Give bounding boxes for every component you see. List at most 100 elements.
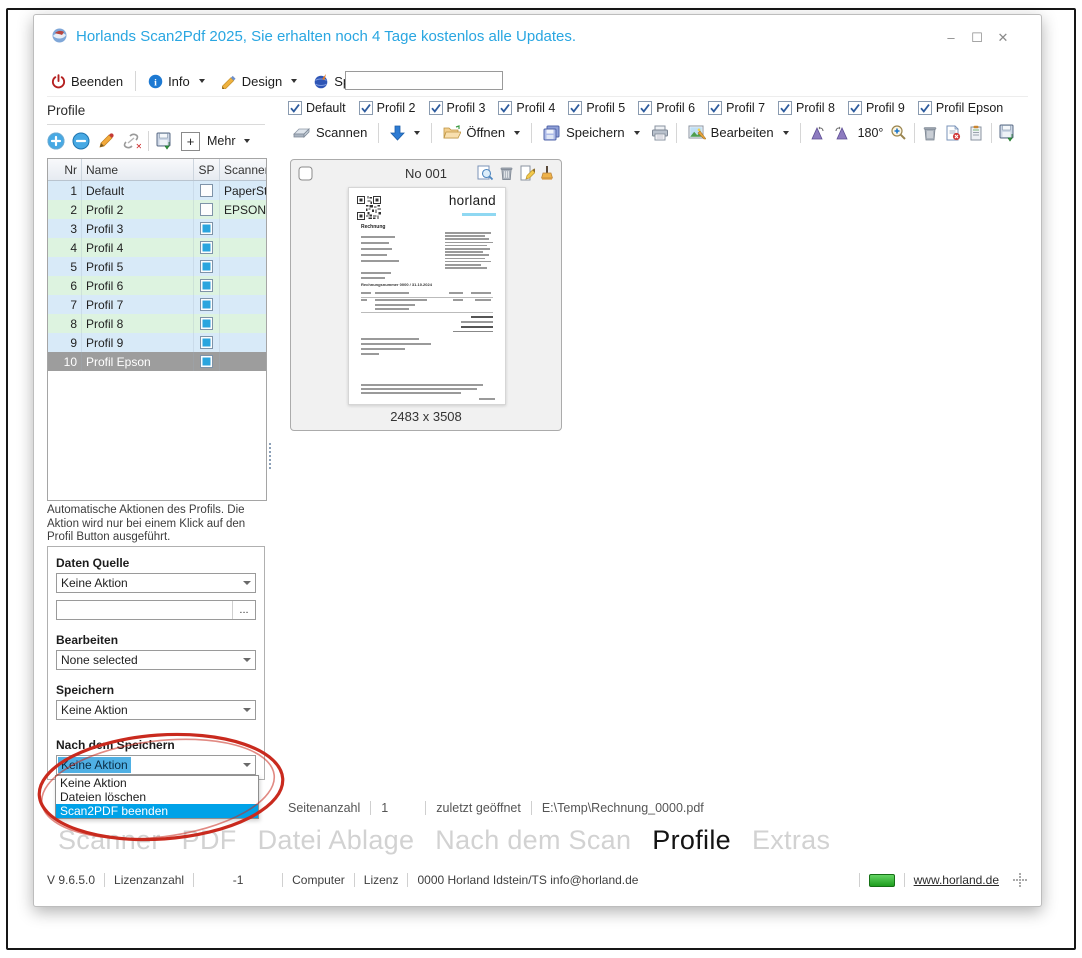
- sp-checkbox[interactable]: [194, 314, 220, 333]
- sp-checkbox[interactable]: [194, 352, 220, 371]
- edit-pencil-icon[interactable]: [97, 132, 115, 150]
- checkbox-checked-icon[interactable]: [917, 101, 932, 115]
- table-row[interactable]: 2Profil 2 EPSON Perf: [48, 200, 266, 219]
- profile-button-profil-7[interactable]: Profil 7: [708, 101, 765, 115]
- sp-checkbox[interactable]: [194, 257, 220, 276]
- checkbox-checked-icon[interactable]: [778, 101, 793, 115]
- beenden-button[interactable]: Beenden: [47, 72, 127, 91]
- tab-pdf[interactable]: PDF: [182, 825, 237, 856]
- oeffnen-button[interactable]: Öffnen: [439, 123, 524, 142]
- profile-button-profil-5[interactable]: Profil 5: [568, 101, 625, 115]
- mehr-menu-button[interactable]: Mehr: [207, 134, 251, 148]
- profile-button-profil-8[interactable]: Profil 8: [778, 101, 835, 115]
- add-profile-button[interactable]: [47, 132, 65, 150]
- sp-checkbox[interactable]: [194, 200, 220, 219]
- profile-button-profil-4[interactable]: Profil 4: [498, 101, 555, 115]
- rotate-180-button[interactable]: 180°: [858, 126, 884, 140]
- checkbox-checked-icon[interactable]: [847, 101, 862, 115]
- tab-nach-dem-scan[interactable]: Nach dem Scan: [435, 825, 631, 856]
- column-header-sp[interactable]: SP: [194, 159, 220, 180]
- scannen-button[interactable]: Scannen: [288, 123, 371, 142]
- toolbar-text-input[interactable]: [345, 71, 503, 90]
- table-row[interactable]: 10 Profil Epson: [48, 352, 266, 371]
- sp-checkbox[interactable]: [194, 219, 220, 238]
- nach-dem-speichern-combobox[interactable]: Keine Aktion: [56, 755, 256, 775]
- column-header-scanner[interactable]: Scanner: [220, 159, 266, 180]
- profile-button-profil-6[interactable]: Profil 6: [638, 101, 695, 115]
- save-profile-icon[interactable]: [156, 132, 174, 150]
- checkbox-checked-icon[interactable]: [708, 101, 723, 115]
- preview-edit-icon[interactable]: [519, 165, 535, 181]
- rotate-left-icon[interactable]: [808, 125, 826, 141]
- resize-grip-icon[interactable]: [1012, 872, 1028, 888]
- preview-clean-icon[interactable]: [540, 165, 554, 181]
- rotate-right-icon[interactable]: [833, 125, 851, 141]
- save-file-icon[interactable]: [999, 124, 1017, 142]
- checkbox-checked-icon[interactable]: [568, 101, 583, 115]
- checkbox-checked-icon[interactable]: [638, 101, 653, 115]
- design-menu-button[interactable]: Design: [217, 72, 301, 91]
- paste-pages-icon[interactable]: [968, 125, 984, 141]
- table-row[interactable]: 4 Profil 4: [48, 238, 266, 257]
- browse-button[interactable]: ...: [232, 601, 255, 619]
- remove-profile-button[interactable]: [72, 132, 90, 150]
- sp-checkbox[interactable]: [194, 181, 220, 200]
- profile-button-profil-9[interactable]: Profil 9: [847, 101, 905, 115]
- info-menu-button[interactable]: i Info: [144, 72, 209, 91]
- print-icon[interactable]: [651, 125, 669, 141]
- table-row[interactable]: 8 Profil 8: [48, 314, 266, 333]
- dropdown-option[interactable]: Keine Aktion: [56, 776, 258, 790]
- cell-scanner: [220, 219, 266, 238]
- pages-value: 1: [381, 801, 389, 815]
- tab-scanner[interactable]: Scanner: [58, 825, 161, 856]
- profile-button-default[interactable]: Default: [288, 101, 346, 115]
- sp-checkbox[interactable]: [194, 333, 220, 352]
- delete-trash-icon[interactable]: [922, 125, 938, 141]
- checkbox-checked-icon[interactable]: [288, 101, 302, 115]
- table-row[interactable]: 7 Profil 7: [48, 295, 266, 314]
- bearbeiten-combobox[interactable]: None selected: [56, 650, 256, 670]
- profile-button-profil-3[interactable]: Profil 3: [428, 101, 485, 115]
- maximize-button[interactable]: ☐: [969, 31, 985, 45]
- delete-page-icon[interactable]: [945, 124, 961, 141]
- column-header-nr[interactable]: Nr: [48, 159, 82, 180]
- minimize-button[interactable]: –: [943, 31, 959, 45]
- tab-profile[interactable]: Profile: [652, 825, 731, 856]
- speichern-combobox[interactable]: Keine Aktion: [56, 700, 256, 720]
- checkbox-checked-icon[interactable]: [358, 101, 373, 115]
- table-row[interactable]: 9 Profil 9: [48, 333, 266, 352]
- profile-button-profil-epson[interactable]: Profil Epson: [917, 101, 1003, 115]
- preview-delete-icon[interactable]: [499, 165, 514, 181]
- tab-extras[interactable]: Extras: [752, 825, 830, 856]
- svg-text:i: i: [154, 77, 157, 88]
- preview-zoom-icon[interactable]: [477, 165, 494, 181]
- page-select-checkbox[interactable]: [298, 166, 313, 181]
- dropdown-option[interactable]: Scan2PDF beenden: [56, 804, 258, 818]
- checkbox-checked-icon[interactable]: [498, 101, 513, 115]
- unlink-scanner-icon[interactable]: ✕: [122, 132, 141, 150]
- bearbeiten-button[interactable]: Bearbeiten: [684, 123, 793, 143]
- sp-checkbox[interactable]: [194, 295, 220, 314]
- sp-checkbox[interactable]: [194, 238, 220, 257]
- zoom-icon[interactable]: [890, 124, 907, 141]
- import-arrow-button[interactable]: [386, 123, 424, 143]
- daten-quelle-combobox[interactable]: Keine Aktion: [56, 573, 256, 593]
- speichern-button[interactable]: Speichern: [539, 123, 644, 143]
- sp-checkbox[interactable]: [194, 276, 220, 295]
- close-button[interactable]: ✕: [995, 31, 1011, 45]
- scanned-page-thumbnail[interactable]: horland Rechnung Rechnungsnummer 0000 / …: [348, 187, 506, 405]
- add-box-button[interactable]: +: [181, 131, 200, 151]
- dropdown-option[interactable]: Dateien löschen: [56, 790, 258, 804]
- tab-datei-ablage[interactable]: Datei Ablage: [258, 825, 415, 856]
- column-header-name[interactable]: Name: [82, 159, 194, 180]
- website-link[interactable]: www.horland.de: [914, 873, 999, 887]
- checkbox-checked-icon[interactable]: [428, 101, 443, 115]
- splitter-grip[interactable]: [268, 443, 272, 471]
- table-row[interactable]: 6 Profil 6: [48, 276, 266, 295]
- table-row[interactable]: 3 Profil 3: [48, 219, 266, 238]
- profile-button-profil-2[interactable]: Profil 2: [358, 101, 416, 115]
- toolbar-separator: [135, 71, 137, 91]
- table-row[interactable]: 1Default PaperStream: [48, 181, 266, 200]
- table-row[interactable]: 5 Profil 5: [48, 257, 266, 276]
- path-input[interactable]: [57, 601, 232, 619]
